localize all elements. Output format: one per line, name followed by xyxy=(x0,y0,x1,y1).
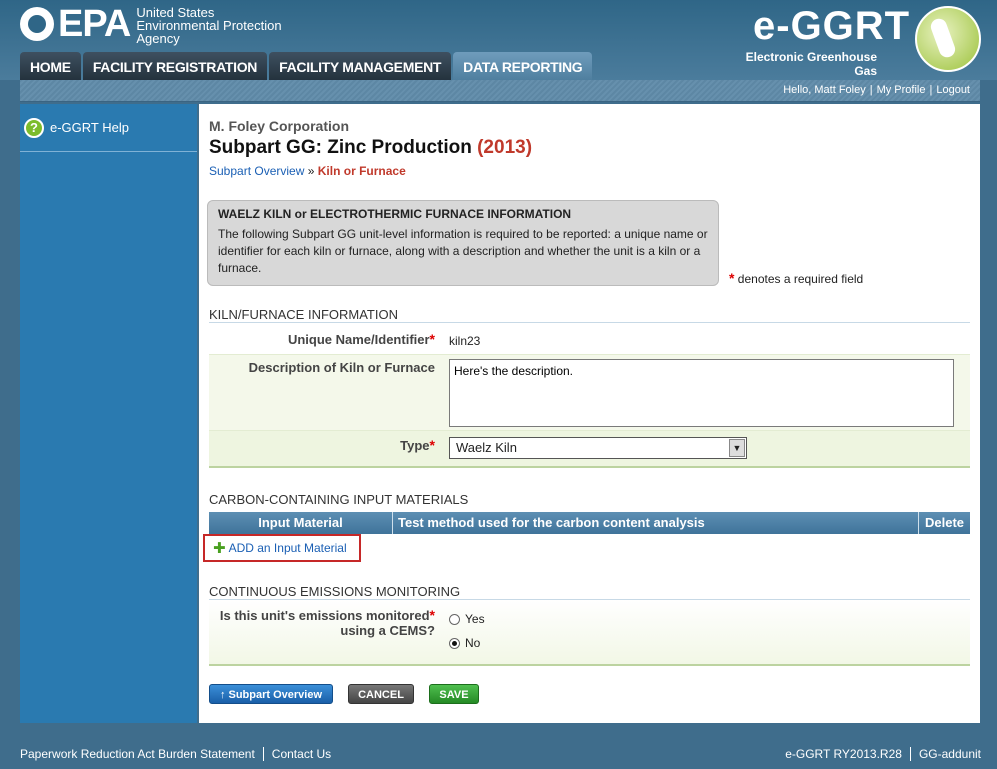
logout-link[interactable]: Logout xyxy=(936,84,970,96)
breadcrumb: Subpart Overview » Kiln or Furnace xyxy=(209,164,406,178)
breadcrumb-subpart-overview[interactable]: Subpart Overview xyxy=(209,164,304,178)
name-label: Unique Name/Identifier* xyxy=(287,331,435,347)
cems-form: Is this unit's emissions monitored* usin… xyxy=(209,600,970,666)
cems-section-title: CONTINUOUS EMISSIONS MONITORING xyxy=(209,584,465,599)
page-year: (2013) xyxy=(477,137,533,158)
sidebar: ? e-GGRT Help xyxy=(20,104,197,723)
description-row: Description of Kiln or Furnace Here's th… xyxy=(209,354,970,430)
save-button[interactable]: SAVE xyxy=(429,684,479,704)
contact-us-link[interactable]: Contact Us xyxy=(272,747,331,761)
required-star: * xyxy=(729,270,735,286)
help-label: e-GGRT Help xyxy=(50,120,129,135)
add-input-material-label: ADD an Input Material xyxy=(228,541,347,555)
cems-yes-option[interactable]: Yes xyxy=(449,612,485,626)
user-greeting: Hello, Matt Foley xyxy=(783,84,866,96)
cems-no-option[interactable]: No xyxy=(449,636,480,650)
cems-question: Is this unit's emissions monitored* usin… xyxy=(219,607,435,639)
ggrt-logo: e-GGRT Electronic Greenhouse Gas Reporti… xyxy=(721,4,981,92)
type-row: Type* Waelz Kiln ▼ xyxy=(209,430,970,466)
tab-facility-management[interactable]: FACILITY MANAGEMENT xyxy=(269,52,452,80)
col-delete: Delete xyxy=(924,515,965,530)
description-label: Description of Kiln or Furnace xyxy=(248,360,435,375)
footer-version: e-GGRT RY2013.R28 GG-addunit xyxy=(785,747,981,761)
my-profile-link[interactable]: My Profile xyxy=(877,84,926,96)
cems-no-radio[interactable] xyxy=(449,637,460,649)
agency-line-3: Agency xyxy=(136,30,180,46)
epa-wordmark: EPA xyxy=(58,2,131,45)
tab-facility-registration[interactable]: FACILITY REGISTRATION xyxy=(82,52,268,80)
cems-no-label: No xyxy=(465,636,481,650)
organization-name: M. Foley Corporation xyxy=(209,118,349,134)
col-test-method: Test method used for the carbon content … xyxy=(393,512,919,534)
kiln-section-header: KILN/FURNACE INFORMATION xyxy=(209,307,970,323)
agency-line-1: United States xyxy=(136,4,215,20)
ggrt-wordmark: e-GGRT xyxy=(753,4,911,48)
page-id-text: GG-addunit xyxy=(918,747,981,761)
paperwork-link[interactable]: Paperwork Reduction Act Burden Statement xyxy=(20,747,255,761)
tab-data-reporting[interactable]: DATA REPORTING xyxy=(453,52,593,80)
egret-icon xyxy=(915,6,981,72)
cancel-button[interactable]: CANCEL xyxy=(348,684,414,704)
kiln-form: Unique Name/Identifier* kiln23 Descripti… xyxy=(209,326,970,468)
epa-logo[interactable]: EPA United States Environmental Protecti… xyxy=(20,2,282,45)
main-nav: HOME FACILITY REGISTRATION FACILITY MANA… xyxy=(20,52,593,80)
epa-agency-name: United States Environmental Protection A… xyxy=(136,6,281,45)
utility-bar: Hello, Matt Foley | My Profile | Logout xyxy=(20,80,980,102)
cems-yes-label: Yes xyxy=(465,612,485,626)
dropdown-arrow-icon[interactable]: ▼ xyxy=(729,439,745,457)
name-value: kiln23 xyxy=(449,334,481,348)
info-text: The following Subpart GG unit-level info… xyxy=(218,227,708,275)
info-title: WAELZ KILN or ELECTROTHERMIC FURNACE INF… xyxy=(218,207,572,221)
required-note-text: denotes a required field xyxy=(737,272,864,286)
epa-globe-icon xyxy=(20,7,54,41)
info-box: WAELZ KILN or ELECTROTHERMIC FURNACE INF… xyxy=(207,200,719,286)
required-field-note: * denotes a required field xyxy=(729,270,863,286)
cems-yes-radio[interactable] xyxy=(449,613,460,625)
header: EPA United States Environmental Protecti… xyxy=(0,0,997,92)
plus-icon: ✚ xyxy=(213,540,226,557)
footer: Paperwork Reduction Act Burden Statement… xyxy=(0,739,997,769)
user-links: Hello, Matt Foley | My Profile | Logout xyxy=(783,84,970,96)
agency-line-2: Environmental Protection xyxy=(136,17,282,33)
add-input-material-button[interactable]: ✚ ADD an Input Material xyxy=(203,534,361,562)
breadcrumb-separator: » xyxy=(307,164,315,178)
footer-links: Paperwork Reduction Act Burden Statement… xyxy=(20,747,331,761)
type-selected-value: Waelz Kiln xyxy=(456,440,517,455)
carbon-section-header: CARBON-CONTAINING INPUT MATERIALS xyxy=(209,492,970,508)
subpart-overview-button[interactable]: ↑ Subpart Overview xyxy=(209,684,333,704)
help-icon: ? xyxy=(24,117,44,138)
type-label: Type* xyxy=(400,437,435,453)
input-materials-table-header: Input Material Test method used for the … xyxy=(209,512,970,534)
page-title: Subpart GG: Zinc Production (2013) xyxy=(209,137,532,159)
tab-home[interactable]: HOME xyxy=(20,52,81,80)
type-select[interactable]: Waelz Kiln ▼ xyxy=(449,437,747,459)
kiln-section-title: KILN/FURNACE INFORMATION xyxy=(209,307,402,322)
version-text: e-GGRT RY2013.R28 xyxy=(785,747,902,761)
help-link[interactable]: ? e-GGRT Help xyxy=(20,104,197,152)
cems-section-header: CONTINUOUS EMISSIONS MONITORING xyxy=(209,584,970,600)
name-row: Unique Name/Identifier* kiln23 xyxy=(209,326,970,354)
page-title-text: Subpart GG: Zinc Production xyxy=(209,137,472,158)
breadcrumb-current: Kiln or Furnace xyxy=(317,164,406,178)
col-input-material: Input Material xyxy=(209,512,393,534)
description-textarea[interactable]: Here's the description. xyxy=(449,359,954,427)
carbon-section-title: CARBON-CONTAINING INPUT MATERIALS xyxy=(209,492,473,507)
main-content: M. Foley Corporation Subpart GG: Zinc Pr… xyxy=(199,104,980,723)
